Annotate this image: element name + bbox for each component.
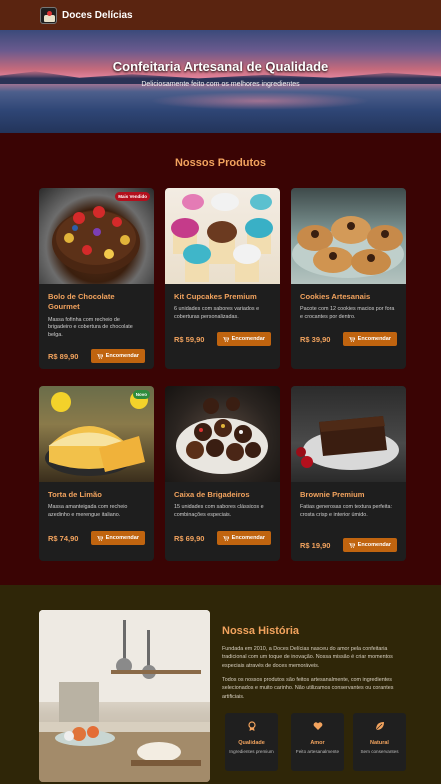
product-name: Caixa de Brigadeiros <box>174 490 250 499</box>
order-button[interactable]: Encomendar <box>342 538 397 552</box>
order-button-label: Encomendar <box>105 353 139 359</box>
badge-best-seller: Mais Vendido <box>115 192 150 201</box>
cake-illustration <box>52 206 140 274</box>
story-paragraph-1: Fundada em 2010, a Doces Delícias nasceu… <box>222 646 393 669</box>
product-price: R$ 39,90 <box>300 334 331 344</box>
feature-subtitle: Ingredientes premium <box>229 749 274 754</box>
feature-subtitle: Sem conservantes <box>360 749 399 754</box>
cart-icon <box>222 535 229 541</box>
story-section: Nossa História Fundada em 2010, a Doces … <box>0 585 441 784</box>
product-price: R$ 19,90 <box>300 540 331 550</box>
leaf-icon <box>375 722 384 731</box>
hero-title: Confeitaria Artesanal de Qualidade <box>112 59 329 74</box>
brand-name[interactable]: Doces Delícias <box>62 10 133 21</box>
product-description: Massa amanteigada com recheio azedinho e… <box>48 504 128 519</box>
hero-subtitle: Deliciosamente feito com os melhores ing… <box>141 81 300 88</box>
product-price: R$ 89,90 <box>48 351 79 361</box>
top-navbar: Doces Delícias <box>0 0 441 30</box>
product-image-brownie <box>291 386 406 482</box>
order-button[interactable]: Encomendar <box>216 332 271 346</box>
product-description: 15 unidades com sabores clássicos e comb… <box>174 504 264 519</box>
feature-title: Amor <box>310 740 325 746</box>
feature-subtitle: Feito artesanalmente <box>295 749 340 754</box>
product-card: Cookies Artesanais Pacote com 12 cookies… <box>291 188 406 369</box>
feature-quality: Qualidade Ingredientes premium <box>225 713 278 771</box>
hero-banner: Confeitaria Artesanal de Qualidade Delic… <box>0 30 441 133</box>
product-image-cookies <box>291 188 406 284</box>
product-image-lemon-pie: Novo <box>39 386 154 482</box>
cookies-illustration <box>292 216 404 278</box>
product-name: Kit Cupcakes Premium <box>174 292 257 301</box>
order-button-label: Encomendar <box>357 336 391 342</box>
brigadeiros-illustration <box>176 397 268 474</box>
product-card: Novo Torta de Limão Massa amanteigada co… <box>39 386 154 561</box>
story-title: Nossa História <box>222 625 300 637</box>
bakery-kitchen-image <box>39 610 210 782</box>
product-image-cupcakes <box>165 188 280 284</box>
product-image-brigadeiros <box>165 386 280 482</box>
kitchen-illustration <box>39 610 210 782</box>
feature-title: Qualidade <box>238 740 265 746</box>
products-title: Nossos Produtos <box>174 157 267 169</box>
product-card: Mais Vendido Bolo de Chocolate Gourmet M… <box>39 188 154 369</box>
product-description: Fatias generosas com textura perfeita: c… <box>300 504 392 519</box>
product-card: Caixa de Brigadeiros 15 unidades com sab… <box>165 386 280 561</box>
brownie-illustration <box>296 416 399 470</box>
hero-sunset-glow <box>150 92 370 110</box>
product-name: Cookies Artesanais <box>300 292 371 301</box>
feature-title: Natural <box>370 740 389 746</box>
product-description: Pacote com 12 cookies macios por fora e … <box>300 306 395 321</box>
product-image-chocolate-cake: Mais Vendido <box>39 188 154 284</box>
product-price: R$ 74,90 <box>48 533 79 543</box>
order-button-label: Encomendar <box>231 336 265 342</box>
products-section: Nossos Produtos Mais Vendido Bolo de Cho… <box>0 133 441 585</box>
product-name: Brownie Premium <box>300 490 365 499</box>
order-button-label: Encomendar <box>357 542 391 548</box>
product-description: 6 unidades com sabores variados e cobert… <box>174 306 260 321</box>
feature-natural: Natural Sem conservantes <box>353 713 406 771</box>
cart-icon <box>222 336 229 342</box>
badge-new: Novo <box>132 390 150 399</box>
order-button[interactable]: Encomendar <box>342 332 397 346</box>
lemon-pie-illustration <box>45 391 148 476</box>
cake-logo-icon[interactable] <box>40 6 57 24</box>
story-paragraph-2: Todos os nossos produtos são feitos arte… <box>222 677 394 700</box>
product-name: Torta de Limão <box>48 490 102 499</box>
cart-icon <box>96 535 103 541</box>
award-icon <box>247 721 256 731</box>
product-card: Brownie Premium Fatias generosas com tex… <box>291 386 406 561</box>
cart-icon <box>348 542 355 548</box>
product-name: Bolo de Chocolate Gourmet <box>48 292 115 312</box>
cart-icon <box>96 353 103 359</box>
order-button-label: Encomendar <box>231 535 265 541</box>
order-button[interactable]: Encomendar <box>90 349 145 363</box>
product-description: Massa fofinha com recheio de brigadeiro … <box>48 316 133 339</box>
cupcakes-illustration <box>171 193 273 282</box>
order-button[interactable]: Encomendar <box>90 531 145 545</box>
order-button-label: Encomendar <box>105 535 139 541</box>
product-price: R$ 69,90 <box>174 533 205 543</box>
order-button[interactable]: Encomendar <box>216 531 271 545</box>
product-card: Kit Cupcakes Premium 6 unidades com sabo… <box>165 188 280 369</box>
feature-love: Amor Feito artesanalmente <box>291 713 344 771</box>
product-price: R$ 59,90 <box>174 334 205 344</box>
heart-icon <box>313 722 322 730</box>
cart-icon <box>348 336 355 342</box>
